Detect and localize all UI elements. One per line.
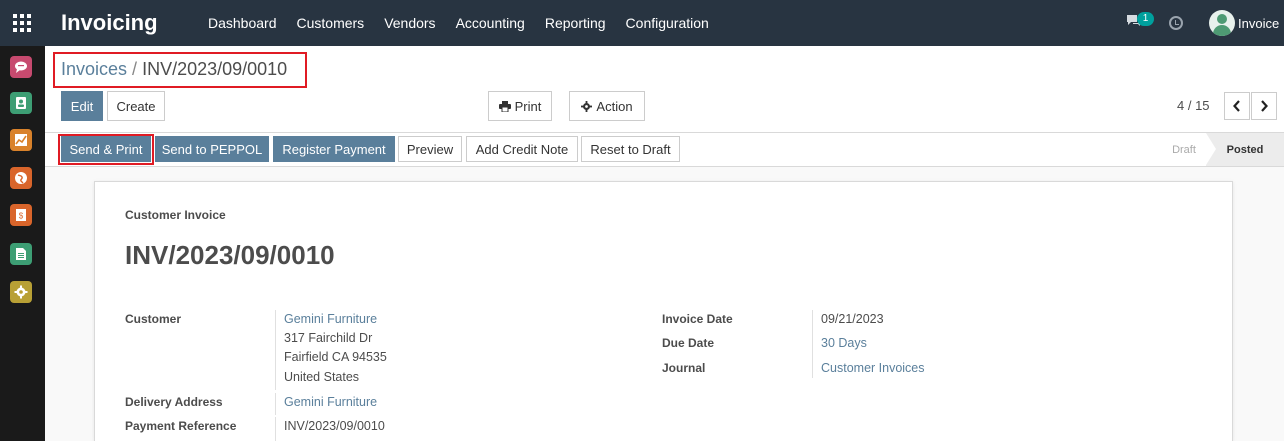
field-divider	[275, 417, 276, 441]
delivery-address-label: Delivery Address	[125, 395, 223, 409]
pager-next-button[interactable]	[1251, 92, 1277, 120]
create-button-label: Create	[116, 98, 156, 114]
breadcrumb-separator: /	[132, 59, 138, 79]
edit-button-label: Edit	[70, 98, 94, 114]
preview-label: Preview	[406, 141, 454, 157]
menu-configuration[interactable]: Configuration	[616, 15, 719, 31]
due-date-label: Due Date	[662, 336, 715, 350]
apps-menu-icon[interactable]	[13, 14, 31, 32]
customer-address-line: 317 Fairchild Dr	[284, 331, 373, 345]
send-print-highlight	[58, 134, 154, 165]
print-button[interactable]: Print	[488, 91, 552, 121]
top-navbar: Invoicing Dashboard Customers Vendors Ac…	[0, 0, 1284, 46]
breadcrumb: Invoices / INV/2023/09/0010	[61, 59, 287, 80]
customer-address-line: United States	[284, 370, 360, 384]
app-title[interactable]: Invoicing	[61, 10, 158, 36]
register-payment-button[interactable]: Register Payment	[273, 136, 395, 162]
user-name[interactable]: Invoice	[1238, 16, 1279, 31]
customer-link[interactable]: Gemini Furniture	[284, 312, 377, 326]
send-to-peppol-button[interactable]: Send to PEPPOL	[155, 136, 269, 162]
chevron-right-icon	[1261, 100, 1268, 112]
main-menu: Dashboard Customers Vendors Accounting R…	[198, 0, 719, 46]
website-icon[interactable]	[10, 167, 32, 189]
journal-link[interactable]: Customer Invoices	[821, 361, 925, 375]
menu-accounting[interactable]: Accounting	[446, 15, 535, 31]
field-divider	[275, 310, 276, 390]
invoice-date-value: 09/21/2023	[821, 312, 884, 326]
action-button[interactable]: Action	[569, 91, 645, 121]
documents-icon[interactable]	[10, 243, 32, 265]
invoice-date-label: Invoice Date	[662, 312, 733, 326]
customer-label: Customer	[125, 312, 182, 326]
crm-icon[interactable]	[10, 129, 32, 151]
menu-dashboard[interactable]: Dashboard	[198, 15, 287, 31]
app-sidebar: $	[0, 46, 45, 441]
activity-clock-icon[interactable]	[1169, 16, 1183, 30]
create-button[interactable]: Create	[107, 91, 165, 121]
chevron-left-icon	[1233, 100, 1240, 112]
gear-icon	[581, 100, 593, 112]
print-button-label: Print	[514, 98, 542, 114]
journal-label: Journal	[662, 361, 706, 375]
delivery-address-link[interactable]: Gemini Furniture	[284, 395, 377, 409]
register-payment-label: Register Payment	[282, 141, 386, 157]
add-credit-note-label: Add Credit Note	[475, 141, 569, 157]
reset-to-draft-button[interactable]: Reset to Draft	[581, 136, 680, 162]
action-button-label: Action	[596, 98, 633, 114]
customer-address-line: Fairfield CA 94535	[284, 350, 387, 364]
invoice-sheet	[94, 181, 1233, 441]
field-divider	[275, 393, 276, 415]
payment-reference-label: Payment Reference	[125, 419, 237, 433]
invoice-number: INV/2023/09/0010	[125, 240, 335, 270]
stage-posted-label: Posted	[1226, 143, 1264, 156]
edit-button[interactable]: Edit	[61, 91, 103, 121]
breadcrumb-current: INV/2023/09/0010	[142, 59, 288, 79]
invoicing-icon[interactable]: $	[10, 204, 32, 226]
reset-to-draft-label: Reset to Draft	[590, 141, 671, 157]
menu-customers[interactable]: Customers	[287, 15, 375, 31]
stage-draft[interactable]: Draft	[1158, 133, 1210, 166]
send-to-peppol-label: Send to PEPPOL	[161, 141, 263, 157]
breadcrumb-invoices-link[interactable]: Invoices	[61, 59, 127, 79]
settings-icon[interactable]	[10, 281, 32, 303]
pager-value[interactable]: 4 / 15	[1177, 98, 1210, 113]
add-credit-note-button[interactable]: Add Credit Note	[466, 136, 578, 162]
due-date-link[interactable]: 30 Days	[821, 336, 867, 350]
user-avatar[interactable]	[1209, 10, 1235, 36]
stage-posted[interactable]: Posted	[1206, 133, 1284, 166]
discuss-icon[interactable]	[10, 56, 32, 78]
svg-text:$: $	[19, 212, 24, 221]
contacts-icon[interactable]	[10, 92, 32, 114]
chat-badge: 1	[1137, 12, 1154, 26]
preview-button[interactable]: Preview	[398, 136, 462, 162]
payment-reference-value: INV/2023/09/0010	[284, 419, 385, 433]
field-divider	[812, 310, 813, 378]
menu-vendors[interactable]: Vendors	[374, 15, 445, 31]
pager-previous-button[interactable]	[1224, 92, 1250, 120]
document-type: Customer Invoice	[125, 208, 226, 222]
print-icon	[498, 100, 511, 112]
menu-reporting[interactable]: Reporting	[535, 15, 616, 31]
